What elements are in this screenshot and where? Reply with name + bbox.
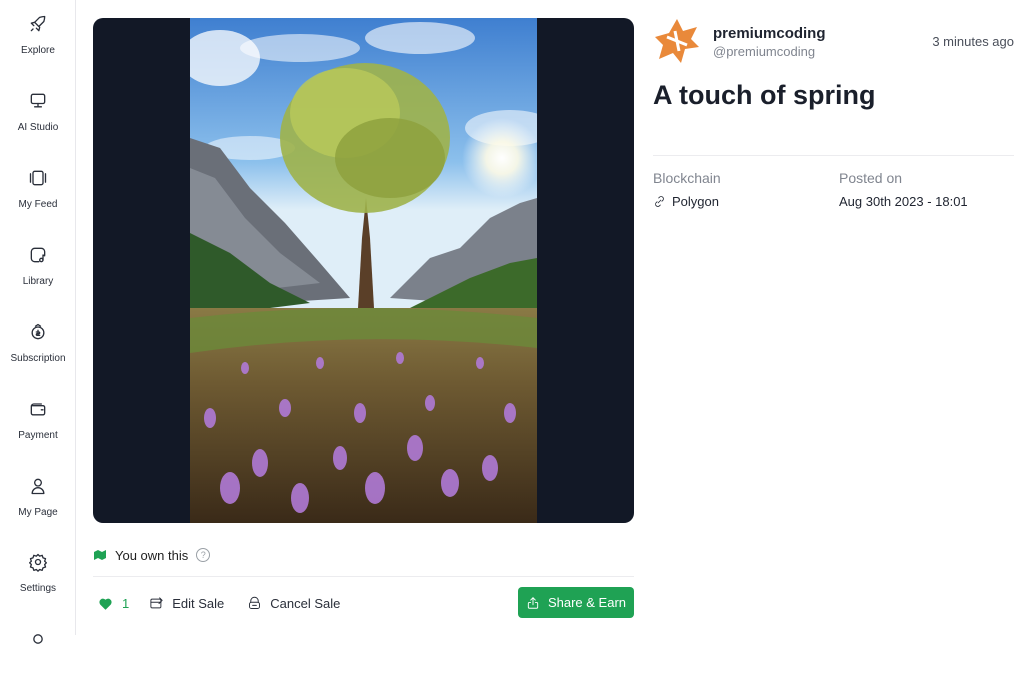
sidebar-item-my-page[interactable]: My Page (0, 464, 76, 530)
post-image (190, 18, 537, 523)
posted-on-value: Aug 30th 2023 - 18:01 (839, 194, 968, 209)
blockchain-name: Polygon (672, 194, 719, 209)
gear-icon (28, 550, 48, 574)
edit-sale-label: Edit Sale (172, 595, 225, 611)
sidebar-item-my-feed[interactable]: My Feed (0, 156, 76, 222)
subscription-icon (28, 320, 48, 344)
edit-icon (150, 596, 163, 608)
sidebar-item-label: Explore (21, 45, 55, 56)
cancel-sale-icon (249, 596, 261, 609)
heart-icon (99, 598, 112, 610)
sidebar-item-label: Payment (18, 430, 58, 441)
sidebar-item-subscription[interactable]: Subscription (0, 310, 76, 376)
link-icon (655, 196, 664, 207)
author-handle: @premiumcoding (713, 44, 816, 59)
sidebar-item-label: My Page (18, 507, 58, 518)
feed-icon (28, 166, 48, 190)
sidebar-item-label: AI Studio (17, 122, 59, 133)
share-and-earn-label: Share & Earn (547, 595, 627, 610)
blockchain-value: Polygon (653, 194, 719, 209)
post-timestamp: 3 minutes ago (932, 34, 1014, 49)
sidebar-item-settings[interactable]: Settings (0, 540, 76, 606)
search-icon (28, 627, 48, 651)
sidebar-item-more[interactable] (0, 617, 76, 683)
posted-on-label: Posted on (839, 170, 903, 186)
blockchain-label: Blockchain (653, 170, 721, 186)
owned-text: You own this (115, 547, 189, 563)
sidebar-item-label: Library (22, 276, 54, 287)
like-button[interactable]: 1 (98, 596, 129, 611)
avatar[interactable] (653, 17, 701, 65)
sidebar-item-explore[interactable]: Explore (0, 2, 76, 68)
owned-badge-icon (94, 550, 106, 560)
page-title: A touch of spring (653, 80, 876, 110)
sidebar-item-label: Subscription (10, 353, 66, 364)
sidebar-item-label: My Feed (18, 199, 58, 210)
divider (93, 576, 634, 577)
post-media[interactable] (93, 18, 634, 523)
rocket-icon (28, 12, 48, 36)
divider (653, 155, 1014, 156)
monitor-icon (28, 89, 48, 113)
sidebar-item-library[interactable]: Library (0, 233, 76, 299)
person-icon (28, 474, 48, 498)
post-actions: 1 Edit Sale Cancel Sale (98, 590, 340, 616)
sidebar-item-payment[interactable]: Payment (0, 387, 76, 453)
sidebar-item-ai-studio[interactable]: AI Studio (0, 79, 76, 145)
share-icon (527, 596, 539, 609)
author-username[interactable]: premiumcoding (713, 25, 826, 42)
help-icon[interactable]: ? (196, 548, 211, 562)
sidebar-item-label: Settings (19, 583, 57, 594)
edit-sale-button[interactable]: Edit Sale (149, 596, 224, 611)
cancel-sale-label: Cancel Sale (270, 595, 341, 611)
music-note-icon (28, 243, 48, 267)
like-count: 1 (122, 595, 130, 611)
wallet-icon (28, 397, 48, 421)
ownership-status: You own this ? (94, 545, 211, 565)
cancel-sale-button[interactable]: Cancel Sale (247, 596, 340, 611)
sidebar: Explore AI Studio My Feed Library Subscr… (0, 0, 76, 644)
share-and-earn-button[interactable]: Share & Earn (518, 587, 634, 618)
